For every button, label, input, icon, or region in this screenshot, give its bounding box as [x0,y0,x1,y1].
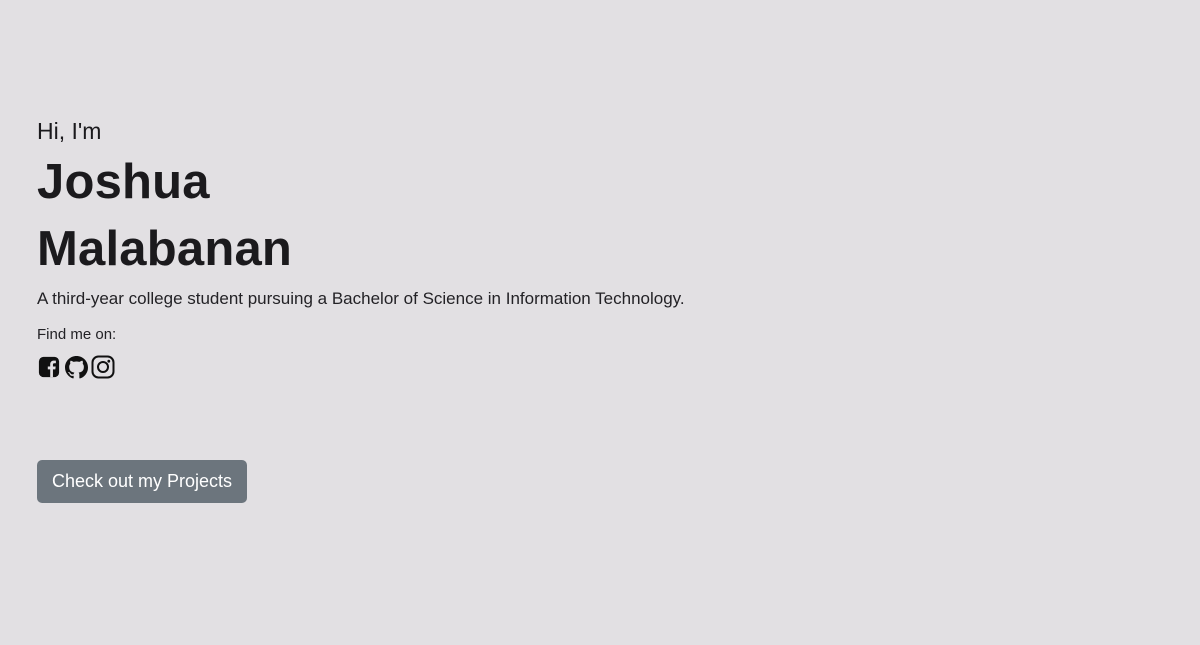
instagram-link[interactable] [91,355,115,379]
name-first-heading: Joshua [37,155,210,209]
facebook-icon [38,356,60,378]
facebook-link[interactable] [37,355,61,379]
tagline-text: A third-year college student pursuing a … [37,289,685,308]
social-links [37,354,115,380]
github-link[interactable] [64,355,88,379]
find-me-label: Find me on: [37,326,117,343]
instagram-icon [91,355,115,379]
greeting-text: Hi, I'm [37,118,102,144]
github-icon [64,355,88,378]
name-last-heading: Malabanan [37,222,293,276]
hero-section: Hi, I'm Joshua Malabanan A third-year co… [37,0,1157,645]
check-out-projects-button[interactable]: Check out my Projects [37,460,247,503]
